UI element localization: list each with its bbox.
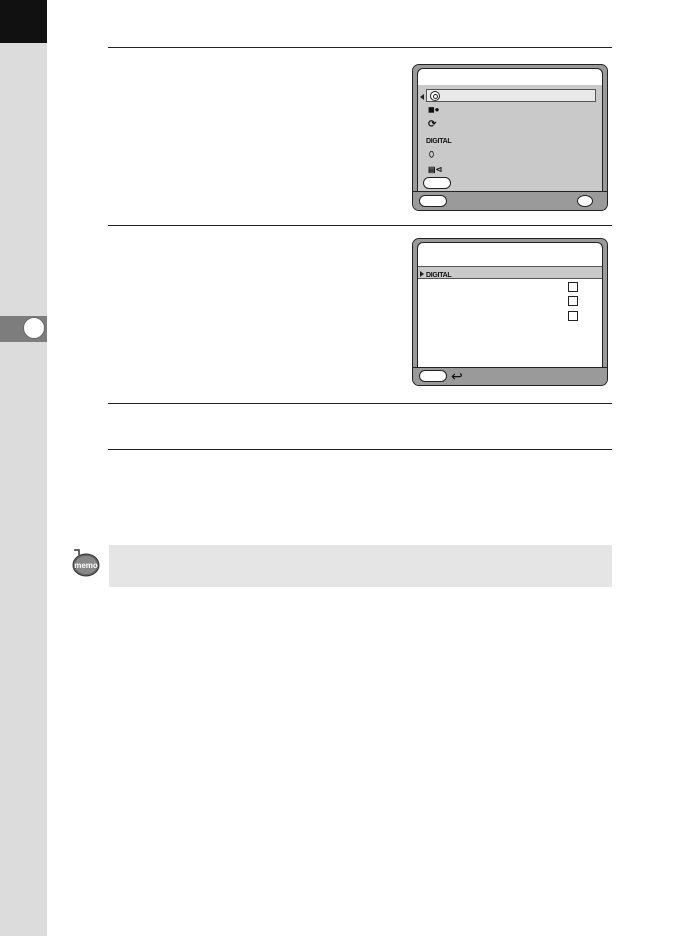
digital-filter-icon: DIGITAL — [426, 138, 452, 145]
option-checkbox[interactable] — [568, 311, 578, 321]
movie-edit-icon: ▤⊲ — [428, 165, 443, 174]
menu-item[interactable]: ◼● — [426, 104, 596, 117]
menu-item[interactable]: DIGITAL — [426, 134, 596, 147]
submenu-header-row[interactable]: DIGITAL — [418, 266, 602, 279]
page-margin-strip — [0, 0, 47, 936]
ok-button-icon[interactable] — [577, 195, 593, 207]
camera-screen-menu: ◼● ⟳ DIGITAL ⬯ ▤⊲ — [412, 64, 608, 211]
return-arrow-icon: ↩ — [451, 368, 463, 384]
option-checkbox[interactable] — [568, 296, 578, 306]
black-white-filter-icon: ◼● — [428, 105, 440, 114]
option-checkbox[interactable] — [568, 282, 578, 292]
rotate-icon: ⟳ — [428, 119, 437, 130]
left-arrow-icon — [420, 94, 424, 100]
shield-icon: ⬯ — [429, 150, 435, 159]
page-corner-marker — [0, 0, 47, 43]
submenu-panel: DIGITAL — [417, 259, 603, 368]
screen-tab-bar — [413, 65, 607, 85]
menu-button-pill[interactable] — [419, 195, 447, 207]
menu-button-pill[interactable] — [419, 370, 447, 382]
memo-icon: memo — [72, 549, 100, 577]
svg-text:memo: memo — [74, 561, 98, 570]
section-divider — [108, 225, 612, 226]
section-divider — [108, 449, 612, 450]
screen-footer — [413, 191, 607, 210]
chapter-marker-icon — [23, 317, 45, 339]
menu-button-pill[interactable] — [423, 177, 451, 189]
aperture-circle-icon — [430, 91, 440, 101]
menu-item[interactable]: ⟳ — [426, 119, 596, 132]
menu-panel: ◼● ⟳ DIGITAL ⬯ ▤⊲ — [417, 85, 603, 191]
screen-footer: ↩ — [413, 367, 607, 385]
menu-item[interactable]: ▤⊲ — [426, 164, 596, 177]
section-divider — [108, 47, 612, 48]
right-arrow-icon — [420, 271, 424, 277]
section-divider — [108, 403, 612, 404]
menu-item-selected[interactable] — [420, 89, 596, 102]
digital-filter-label: DIGITAL — [426, 272, 452, 279]
camera-screen-submenu: DIGITAL ↩ — [412, 238, 608, 386]
menu-item[interactable]: ⬯ — [426, 149, 596, 162]
memo-box — [109, 545, 612, 587]
screen-tab-bar — [413, 239, 607, 259]
